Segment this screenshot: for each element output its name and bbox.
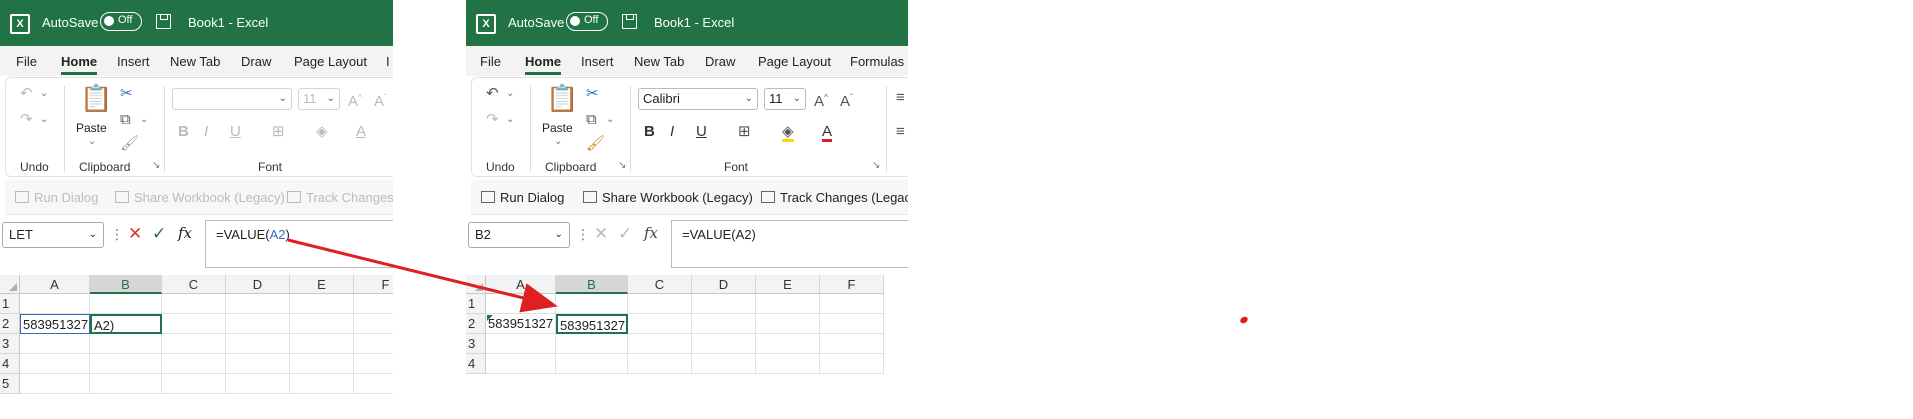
annotation-arrow <box>287 238 558 313</box>
annotation-dot <box>1240 316 1248 324</box>
annotation-overlay <box>287 238 1248 324</box>
